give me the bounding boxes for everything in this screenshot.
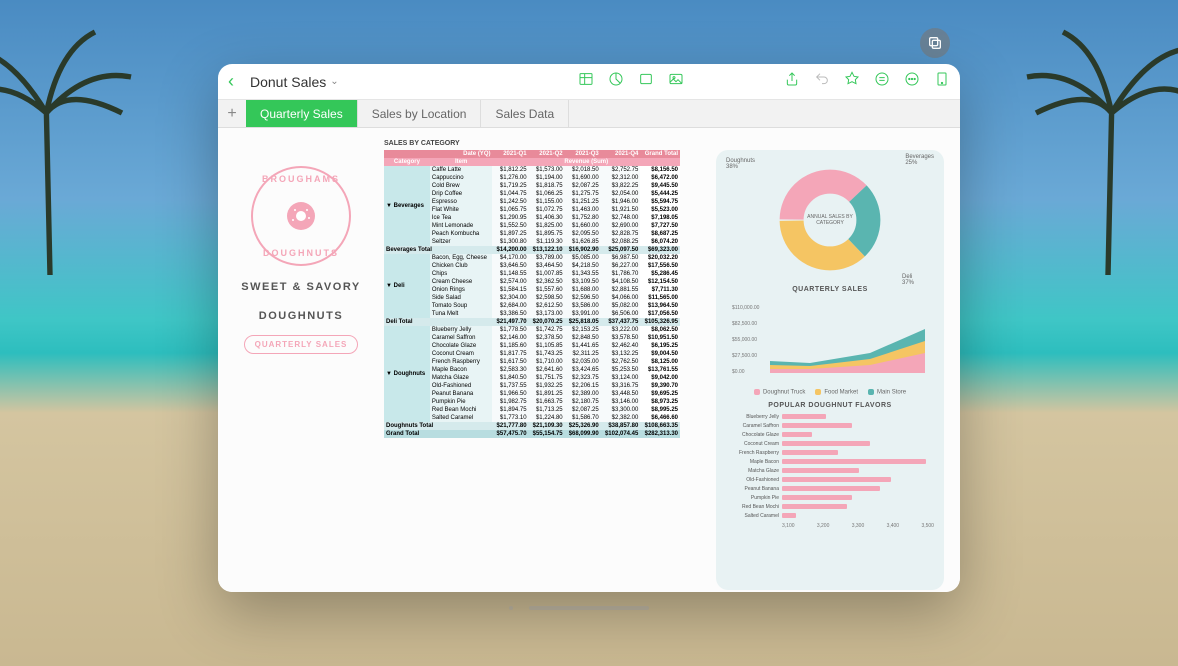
table-title: SALES BY CATEGORY <box>384 140 680 147</box>
chart-icon[interactable] <box>608 71 624 92</box>
area-chart-title: QUARTERLY SALES <box>726 286 934 293</box>
organize-icon[interactable] <box>874 71 890 92</box>
table-row[interactable]: ▼ BeveragesCaffe Latte$1,812.25$1,573.00… <box>384 166 680 174</box>
charts-panel: ANNUAL SALES BY CATEGORY Beverages25% De… <box>716 150 944 590</box>
tab-quarterly-sales[interactable]: Quarterly Sales <box>246 100 358 127</box>
sheet-canvas[interactable]: BROUGHAMS DOUGHNUTS SWEET & SAVORY DOUGH… <box>218 128 960 592</box>
table-row[interactable]: ▼ DoughnutsBlueberry Jelly$1,778.50$1,74… <box>384 326 680 334</box>
bar-row: Peanut Banana <box>726 485 934 493</box>
svg-text:$110,000.00: $110,000.00 <box>732 305 760 311</box>
bar-row: Red Bean Mochi <box>726 503 934 511</box>
undo-icon[interactable] <box>814 71 830 92</box>
area-chart[interactable]: $110,000.00 $82,500.00 $55,000.00 $27,50… <box>726 301 934 381</box>
tab-sales-data[interactable]: Sales Data <box>481 100 569 127</box>
titlebar: ‹ Donut Sales ⌄ <box>218 64 960 100</box>
share-icon[interactable] <box>784 71 800 92</box>
bar-row: Matcha Glaze <box>726 467 934 475</box>
more-icon[interactable] <box>904 71 920 92</box>
svg-text:$55,000.00: $55,000.00 <box>732 337 757 343</box>
brand-logo: BROUGHAMS DOUGHNUTS <box>251 166 351 266</box>
subtotal-row[interactable]: Deli Total$21,497.70$20,070.25$25,818.05… <box>384 318 680 326</box>
svg-text:$82,500.00: $82,500.00 <box>732 321 757 327</box>
bar-row: Salted Caramel <box>726 512 934 520</box>
sales-table[interactable]: SALES BY CATEGORY Date (YQ)2021-Q12021-Q… <box>384 140 680 438</box>
donut-center-label: ANNUAL SALES BY CATEGORY <box>800 214 860 226</box>
donut-chart[interactable]: ANNUAL SALES BY CATEGORY Beverages25% De… <box>770 160 890 280</box>
home-indicator-dot <box>509 606 513 610</box>
toolbar-center <box>578 71 684 92</box>
slice-label-deli: Deli37% <box>902 274 914 286</box>
bar-row: Old-Fashioned <box>726 476 934 484</box>
grand-total-row[interactable]: Grand Total$57,475.70$55,154.75$68,099.9… <box>384 430 680 438</box>
bar-row: Caramel Saffron <box>726 422 934 430</box>
palm-left <box>0 0 140 280</box>
subtotal-row[interactable]: Doughnuts Total$21,777.80$21,109.30$25,3… <box>384 422 680 430</box>
bar-row: Pumpkin Pie <box>726 494 934 502</box>
sheet-tabs: + Quarterly Sales Sales by Location Sale… <box>218 100 960 128</box>
quarterly-sales-button[interactable]: QUARTERLY SALES <box>244 335 359 354</box>
table-icon[interactable] <box>578 71 594 92</box>
chevron-down-icon[interactable]: ⌄ <box>330 76 338 87</box>
toolbar-right <box>784 71 950 92</box>
home-indicator[interactable] <box>529 606 649 610</box>
back-button[interactable]: ‹ <box>228 71 250 92</box>
bar-row: Blueberry Jelly <box>726 413 934 421</box>
subtotal-row[interactable]: Beverages Total$14,200.00$13,122.10$16,9… <box>384 246 680 254</box>
area-legend: Doughnut Truck Food Market Main Store <box>726 389 934 396</box>
media-icon[interactable] <box>668 71 684 92</box>
bar-row: French Raspberry <box>726 449 934 457</box>
svg-text:$0.00: $0.00 <box>732 369 745 375</box>
format-icon[interactable] <box>844 71 860 92</box>
numbers-window: ‹ Donut Sales ⌄ + Quarterly Sales Sales … <box>218 64 960 592</box>
svg-text:$27,500.00: $27,500.00 <box>732 353 757 359</box>
brand-card: BROUGHAMS DOUGHNUTS SWEET & SAVORY DOUGH… <box>236 166 366 354</box>
brand-tagline-1: SWEET & SAVORY <box>236 280 366 295</box>
slice-label-doughnuts: Doughnuts38% <box>726 158 755 170</box>
bar-row: Maple Bacon <box>726 458 934 466</box>
tab-sales-by-location[interactable]: Sales by Location <box>358 100 482 127</box>
brand-tagline-2: DOUGHNUTS <box>236 309 366 324</box>
text-icon[interactable] <box>638 71 654 92</box>
bar-chart[interactable]: Blueberry JellyCaramel SaffronChocolate … <box>726 413 934 533</box>
document-title[interactable]: Donut Sales <box>250 74 326 90</box>
bar-chart-title: POPULAR DOUGHNUT FLAVORS <box>726 402 934 409</box>
document-icon[interactable] <box>934 71 950 92</box>
add-sheet-button[interactable]: + <box>218 100 246 127</box>
bar-row: Chocolate Glaze <box>726 431 934 439</box>
bar-row: Coconut Cream <box>726 440 934 448</box>
copy-window-button[interactable] <box>920 28 950 58</box>
palm-right <box>1018 0 1178 280</box>
table-row[interactable]: ▼ DeliBacon, Egg, Cheese$4,170.00$3,789.… <box>384 254 680 262</box>
slice-label-beverages: Beverages25% <box>905 154 934 166</box>
